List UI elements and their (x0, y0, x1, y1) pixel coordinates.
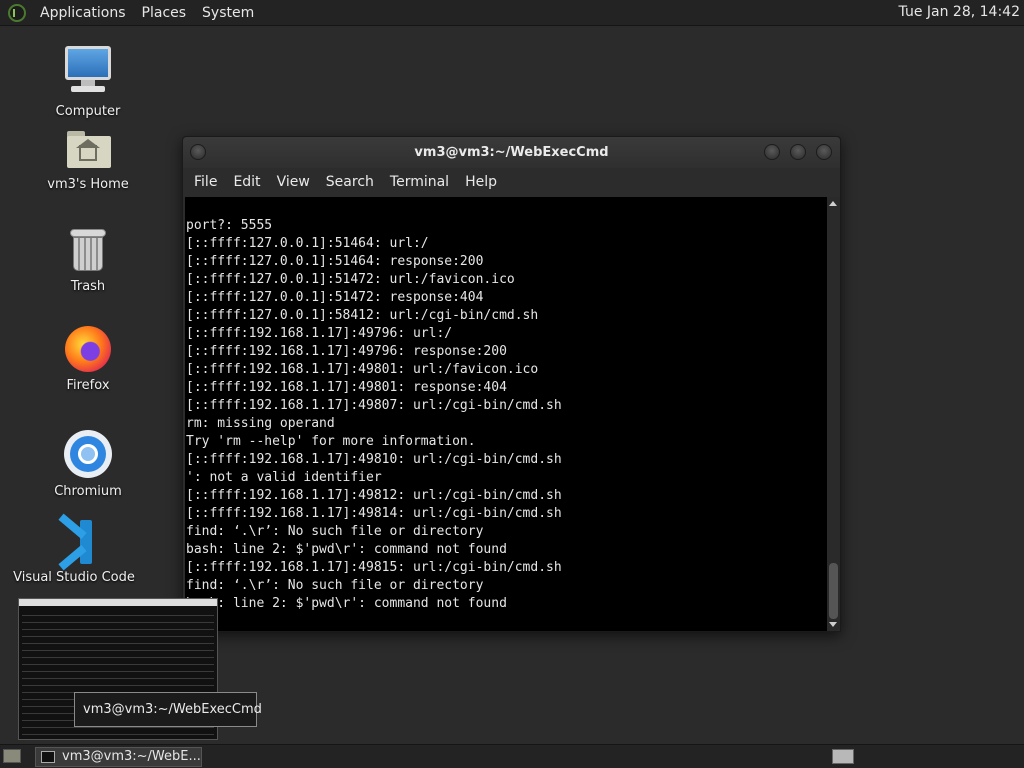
chromium-icon (64, 430, 112, 478)
places-menu[interactable]: Places (134, 5, 195, 21)
terminal-line: [::ffff:192.168.1.17]:49801: url:/favico… (186, 362, 539, 377)
desktop-icon-label: Trash (70, 279, 106, 294)
terminal-line: [::ffff:192.168.1.17]:49807: url:/cgi-bi… (186, 398, 562, 413)
menu-terminal[interactable]: Terminal (382, 174, 457, 190)
terminal-line: [::ffff:192.168.1.17]:49812: url:/cgi-bi… (186, 488, 562, 503)
menu-help[interactable]: Help (457, 174, 505, 190)
desktop-icon-label: Firefox (66, 378, 110, 393)
menu-view[interactable]: View (269, 174, 318, 190)
terminal-line: Try 'rm --help' for more information. (186, 434, 476, 449)
terminal-line: find: ‘.\r’: No such file or directory (186, 524, 484, 539)
terminal-line: [::ffff:192.168.1.17]:49815: url:/cgi-bi… (186, 560, 562, 575)
terminal-line: [::ffff:127.0.0.1]:51464: response:200 (186, 254, 484, 269)
scroll-down-icon[interactable] (829, 622, 837, 627)
desktop-icon-computer[interactable]: Computer (18, 46, 158, 119)
clock[interactable]: Tue Jan 28, 14:42 (899, 4, 1020, 20)
menu-search[interactable]: Search (318, 174, 382, 190)
top-panel: Applications Places System Tue Jan 28, 1… (0, 0, 1024, 26)
scroll-up-icon[interactable] (829, 201, 837, 206)
desktop-icon-label: Visual Studio Code (13, 570, 135, 585)
menu-file[interactable]: File (186, 174, 225, 190)
taskbar-tooltip: vm3@vm3:~/WebExecCmd (74, 692, 262, 727)
window-menu-button[interactable] (190, 144, 206, 160)
terminal-line: bash: line 2: $'pwd\r': command not foun… (186, 542, 507, 557)
terminal-menubar: File Edit View Search Terminal Help (183, 168, 840, 196)
terminal-line: [::ffff:192.168.1.17]:49814: url:/cgi-bi… (186, 506, 562, 521)
terminal-line: [::ffff:192.168.1.17]:49796: response:20… (186, 344, 507, 359)
desktop-icon-chromium[interactable]: Chromium (18, 430, 158, 499)
desktop-icon-label: vm3's Home (47, 177, 129, 192)
terminal-line: [::ffff:127.0.0.1]:58412: url:/cgi-bin/c… (186, 308, 539, 323)
desktop-icon-home[interactable]: vm3's Home (18, 129, 158, 192)
menu-edit[interactable]: Edit (225, 174, 268, 190)
desktop-icon-firefox[interactable]: Firefox (18, 326, 158, 393)
terminal-line: [::ffff:127.0.0.1]:51472: response:404 (186, 290, 484, 305)
desktop-icon-label: Chromium (54, 484, 122, 499)
terminal-window[interactable]: vm3@vm3:~/WebExecCmd File Edit View Sear… (182, 136, 841, 632)
terminal-line: [::ffff:192.168.1.17]:49810: url:/cgi-bi… (186, 452, 562, 467)
taskbar-item-terminal[interactable]: vm3@vm3:~/WebE... (35, 747, 202, 767)
show-desktop-icon[interactable] (3, 749, 21, 763)
minimize-button[interactable] (764, 144, 780, 160)
scrollbar-thumb[interactable] (829, 563, 838, 619)
home-folder-icon (65, 129, 111, 171)
terminal-line: [::ffff:192.168.1.17]:49796: url:/ (186, 326, 453, 341)
firefox-icon (65, 326, 111, 372)
taskbar-item-label: vm3@vm3:~/WebE... (62, 749, 201, 764)
desktop-icon-vscode[interactable]: Visual Studio Code (4, 513, 144, 585)
terminal-line: [::ffff:127.0.0.1]:51464: url:/ (186, 236, 429, 251)
desktop-icon-trash[interactable]: Trash (18, 229, 158, 294)
computer-icon (63, 46, 113, 98)
trash-icon (69, 229, 107, 273)
bottom-panel: vm3@vm3:~/WebE... (0, 744, 1024, 768)
terminal-line: find: ‘.\r’: No such file or directory (186, 578, 484, 593)
terminal-line: [::ffff:127.0.0.1]:51472: url:/favicon.i… (186, 272, 515, 287)
terminal-line: bash: line 2: $'pwd\r': command not foun… (186, 596, 507, 611)
terminal-line: rm: missing operand (186, 416, 335, 431)
window-title: vm3@vm3:~/WebExecCmd (414, 145, 609, 160)
window-titlebar[interactable]: vm3@vm3:~/WebExecCmd (183, 137, 840, 168)
terminal-icon (41, 751, 55, 763)
terminal-line: port?: 5555 (186, 218, 273, 233)
close-button[interactable] (816, 144, 832, 160)
distro-logo-icon[interactable] (8, 3, 26, 22)
terminal-line: [::ffff:192.168.1.17]:49801: response:40… (186, 380, 507, 395)
terminal-scrollbar[interactable] (827, 197, 840, 631)
terminal-line: ': not a valid identifier (186, 470, 382, 485)
system-menu[interactable]: System (194, 5, 262, 21)
vscode-icon (52, 513, 96, 571)
applications-menu[interactable]: Applications (32, 5, 134, 21)
desktop-icon-label: Computer (55, 104, 121, 119)
terminal-output[interactable]: port?: 5555[::ffff:127.0.0.1]:51464: url… (185, 197, 827, 631)
maximize-button[interactable] (790, 144, 806, 160)
workspace-switcher[interactable] (832, 749, 854, 764)
